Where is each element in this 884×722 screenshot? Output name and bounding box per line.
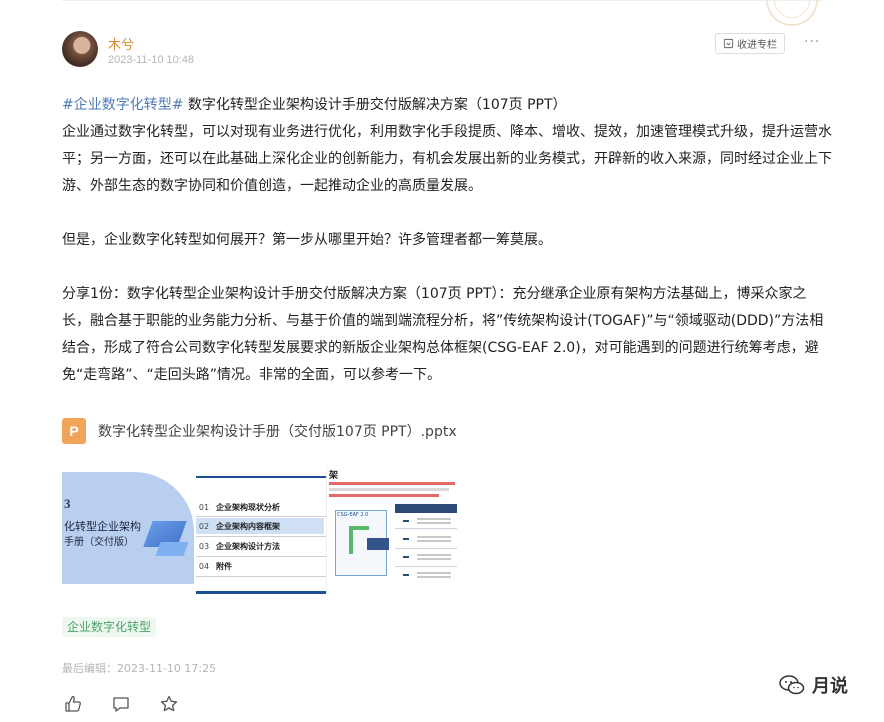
thumbnail-cover[interactable]: 3 化转型企业架构 手册（交付版）	[62, 466, 194, 594]
post-title: 数字化转型企业架构设计手册交付版解决方案（107页 PPT）	[183, 97, 567, 113]
hashtag-link[interactable]: #企业数字化转型#	[62, 97, 183, 113]
attachment-file-name[interactable]: 数字化转型企业架构设计手册（交付版107页 PPT）.pptx	[98, 421, 457, 441]
toc-item: 01 企业架构现状分析	[198, 502, 280, 512]
thumbnail-toc[interactable]: 01 企业架构现状分析 02 企业架构内容框架 03 企业架构设计方法 04 附件	[196, 466, 326, 594]
wechat-icon	[779, 675, 805, 695]
cover-title-line1: 化转型企业架构	[64, 520, 141, 533]
favorite-button[interactable]	[158, 693, 180, 715]
comment-button[interactable]	[110, 693, 132, 715]
bookmark-icon	[723, 38, 734, 49]
detail-title: 架	[329, 471, 339, 481]
diagram-label: CSG-EAF 2.0	[337, 512, 369, 518]
paragraph-3: 分享1份：数字化转型企业架构设计手册交付版解决方案（107页 PPT）：充分继承…	[62, 286, 824, 383]
last-edit-time: 最后编辑：2023-11-10 17:25	[62, 662, 217, 675]
corner-badge-icon	[762, 0, 824, 30]
ppt-file-icon: P	[62, 418, 86, 444]
author-name[interactable]: 木兮	[108, 34, 134, 53]
paragraph-2: 但是，企业数字化转型如何展开？第一步从哪里开始？许多管理者都一筹莫展。	[62, 232, 552, 248]
action-bar	[62, 693, 180, 715]
comment-icon	[113, 697, 129, 712]
watermark: 月说	[778, 672, 848, 698]
toc-item: 03 企业架构设计方法	[198, 541, 280, 551]
cover-title-line2: 手册（交付版）	[64, 537, 134, 548]
paragraph-1: 企业通过数字化转型，可以对现有业务进行优化，利用数字化手段提质、降本、增收、提效…	[62, 124, 832, 194]
thumbnail-detail[interactable]: 架 CSG-EAF 2.0	[326, 466, 458, 594]
like-button[interactable]	[62, 693, 84, 715]
more-options-button[interactable]: ···	[804, 34, 820, 50]
star-icon	[160, 695, 178, 712]
watermark-text: 月说	[812, 676, 848, 697]
collect-to-column-button[interactable]: 收进专栏	[715, 33, 785, 54]
like-icon	[65, 695, 81, 712]
post-timestamp: 2023-11-10 10:48	[108, 54, 195, 66]
top-divider	[62, 0, 822, 1]
toc-item: 04 附件	[198, 561, 232, 571]
post-title-line: #企业数字化转型# 数字化转型企业架构设计手册交付版解决方案（107页 PPT）	[62, 92, 832, 119]
collect-label: 收进专栏	[737, 40, 777, 51]
detail-table	[395, 504, 457, 584]
post-body: #企业数字化转型# 数字化转型企业架构设计手册交付版解决方案（107页 PPT）…	[62, 92, 832, 389]
topic-tag[interactable]: 企业数字化转型	[62, 617, 157, 637]
toc-item-highlighted: 02 企业架构内容框架	[196, 518, 324, 534]
cover-number: 3	[64, 496, 71, 511]
avatar[interactable]	[62, 31, 98, 67]
attachment[interactable]: P 数字化转型企业架构设计手册（交付版107页 PPT）.pptx	[62, 418, 457, 444]
